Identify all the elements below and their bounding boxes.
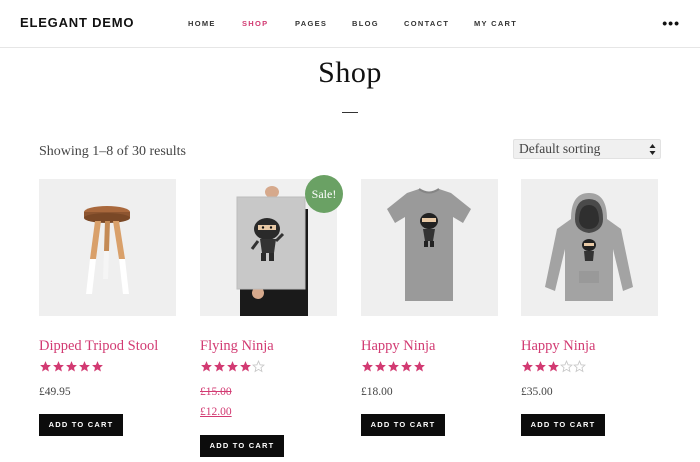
nav-item-my-cart[interactable]: MY CART: [474, 19, 524, 28]
site-header: ELEGANT DEMO HOME SHOP PAGES BLOG CONTAC…: [0, 0, 700, 48]
product-price: £18.00: [361, 386, 393, 398]
star-filled-icon: [240, 361, 251, 372]
add-to-cart-button[interactable]: ADD TO CART: [200, 435, 284, 457]
star-rating: [521, 360, 586, 373]
main-nav: HOME SHOP PAGES BLOG CONTACT MY CART: [188, 19, 524, 28]
add-to-cart-button[interactable]: ADD TO CART: [521, 414, 605, 436]
star-rating: [200, 360, 265, 373]
product-name[interactable]: Flying Ninja: [200, 338, 274, 355]
title-divider: [342, 112, 358, 113]
product-name[interactable]: Dipped Tripod Stool: [39, 338, 158, 355]
more-dots-icon[interactable]: •••: [662, 16, 680, 30]
star-filled-icon: [401, 361, 412, 372]
nav-item-home[interactable]: HOME: [188, 19, 242, 28]
product-image-happy-ninja-hoodie[interactable]: [521, 179, 658, 316]
nav-item-pages[interactable]: PAGES: [295, 19, 352, 28]
star-rating: [361, 360, 426, 373]
result-count: Showing 1–8 of 30 results: [39, 144, 186, 159]
star-filled-icon: [227, 361, 238, 372]
product-regular-price: £15.00: [200, 386, 232, 398]
product-name[interactable]: Happy Ninja: [361, 338, 436, 355]
add-to-cart-button[interactable]: ADD TO CART: [361, 414, 445, 436]
star-empty-icon: [252, 360, 265, 373]
star-filled-icon: [375, 361, 386, 372]
star-filled-icon: [362, 361, 373, 372]
product-sale-price: £12.00: [200, 406, 232, 418]
nav-item-contact[interactable]: CONTACT: [404, 19, 474, 28]
star-filled-icon: [53, 361, 64, 372]
star-filled-icon: [79, 361, 90, 372]
nav-item-shop[interactable]: SHOP: [242, 19, 295, 28]
product-price: £35.00: [521, 386, 553, 398]
star-empty-icon: [560, 360, 573, 373]
star-filled-icon: [66, 361, 77, 372]
star-filled-icon: [92, 361, 103, 372]
product-price: £49.95: [39, 386, 71, 398]
star-filled-icon: [201, 361, 212, 372]
star-filled-icon: [388, 361, 399, 372]
star-empty-icon: [573, 360, 586, 373]
star-filled-icon: [214, 361, 225, 372]
star-filled-icon: [522, 361, 533, 372]
product-name[interactable]: Happy Ninja: [521, 338, 596, 355]
sale-badge: Sale!: [305, 175, 343, 213]
product-image-happy-ninja-tshirt[interactable]: [361, 179, 498, 316]
star-filled-icon: [548, 361, 559, 372]
select-arrows-icon: [649, 144, 656, 155]
sorting-select[interactable]: Default sorting: [513, 139, 661, 159]
sorting-selected-value: Default sorting: [519, 141, 601, 156]
add-to-cart-button[interactable]: ADD TO CART: [39, 414, 123, 436]
nav-item-blog[interactable]: BLOG: [352, 19, 404, 28]
star-filled-icon: [40, 361, 51, 372]
site-logo[interactable]: ELEGANT DEMO: [20, 15, 134, 30]
page-title: Shop: [318, 56, 382, 89]
star-rating: [39, 360, 104, 373]
star-filled-icon: [535, 361, 546, 372]
product-image-stool[interactable]: [39, 179, 176, 316]
star-filled-icon: [414, 361, 425, 372]
